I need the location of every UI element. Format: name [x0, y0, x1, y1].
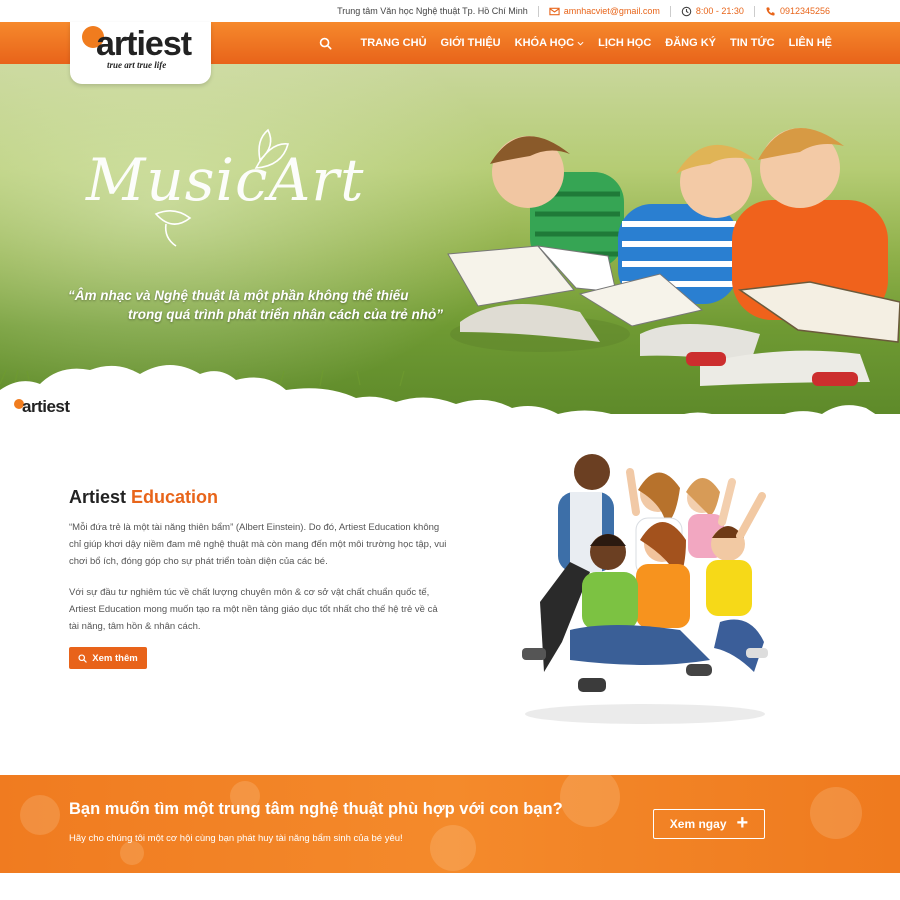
- bokeh-light: [560, 775, 620, 827]
- hero-quote-line-1: “Âm nhạc và Nghệ thuật là một phần không…: [68, 288, 409, 303]
- logo-tagline: true art true life: [107, 60, 167, 70]
- plus-icon: +: [736, 812, 749, 834]
- envelope-icon: [549, 7, 560, 15]
- hero-script-title: MusicArt: [86, 146, 365, 214]
- clock-icon: [681, 6, 692, 16]
- cta-subtitle: Hãy cho chúng tôi một cơ hội cùng bạn ph…: [69, 833, 403, 844]
- hero-quote: “Âm nhạc và Nghệ thuật là một phần không…: [68, 286, 443, 324]
- about-paragraph-2: Với sự đầu tư nghiêm túc về chất lượng c…: [69, 587, 438, 632]
- page: Trung tâm Văn học Nghệ thuật Tp. Hồ Chí …: [0, 0, 900, 900]
- nav-item-courses[interactable]: KHÓA HỌC: [515, 37, 584, 49]
- cloud-divider: [0, 365, 900, 430]
- bokeh-light: [20, 795, 60, 835]
- nav-item-contact[interactable]: LIÊN HỆ: [789, 37, 832, 49]
- read-more-button[interactable]: Xem thêm: [69, 647, 147, 669]
- about-title-highlight: Education: [131, 487, 219, 507]
- email-link[interactable]: amnhacviet@gmail.com: [549, 6, 660, 17]
- site-logo[interactable]: artiest true art true life: [70, 22, 211, 84]
- logo-wordmark: artiest: [96, 25, 192, 63]
- about-title-main: Artiest: [69, 487, 127, 507]
- children-group-photo: [522, 454, 768, 724]
- hours-text: 8:00 - 21:30: [695, 6, 744, 16]
- divider: [669, 5, 671, 17]
- phone-link[interactable]: 0912345256: [765, 6, 830, 17]
- footer-mini-logo[interactable]: artiest: [14, 397, 70, 417]
- hero-quote-line-2: trong quá trình phát triển nhân cách của…: [128, 307, 444, 322]
- top-info-bar: Trung tâm Văn học Nghệ thuật Tp. Hồ Chí …: [0, 0, 900, 22]
- search-icon[interactable]: [319, 36, 333, 50]
- opening-hours: 8:00 - 21:30: [681, 6, 744, 17]
- divider: [753, 5, 755, 17]
- about-title: Artiest Education: [69, 487, 218, 508]
- phone-icon: [766, 6, 775, 16]
- center-name-text: Trung tâm Văn học Nghệ thuật Tp. Hồ Chí …: [337, 6, 528, 16]
- bokeh-light: [430, 825, 476, 871]
- nav-item-register[interactable]: ĐĂNG KÝ: [665, 37, 716, 49]
- center-name: Trung tâm Văn học Nghệ thuật Tp. Hồ Chí …: [337, 6, 528, 16]
- view-now-label: Xem ngay: [669, 817, 727, 831]
- nav-item-about[interactable]: GIỚI THIỆU: [441, 37, 501, 49]
- chevron-down-icon: [577, 41, 584, 46]
- bokeh-light: [120, 841, 144, 865]
- read-more-label: Xem thêm: [92, 652, 138, 664]
- mini-logo-wordmark: artiest: [22, 397, 70, 416]
- divider: [537, 5, 539, 17]
- phone-text: 0912345256: [779, 6, 830, 16]
- bokeh-light: [810, 787, 862, 839]
- nav-item-schedule[interactable]: LỊCH HỌC: [598, 37, 651, 49]
- about-paragraph-1: “Mỗi đứa trẻ là một tài năng thiên bẩm” …: [69, 522, 447, 567]
- nav-item-home[interactable]: TRANG CHỦ: [361, 37, 427, 49]
- view-now-button[interactable]: Xem ngay +: [653, 809, 765, 839]
- search-icon: [78, 653, 87, 663]
- nav-item-news[interactable]: TIN TỨC: [730, 37, 775, 49]
- email-text: amnhacviet@gmail.com: [563, 6, 660, 16]
- cta-banner: Bạn muốn tìm một trung tâm nghệ thuật ph…: [0, 775, 900, 873]
- cta-title: Bạn muốn tìm một trung tâm nghệ thuật ph…: [69, 800, 563, 818]
